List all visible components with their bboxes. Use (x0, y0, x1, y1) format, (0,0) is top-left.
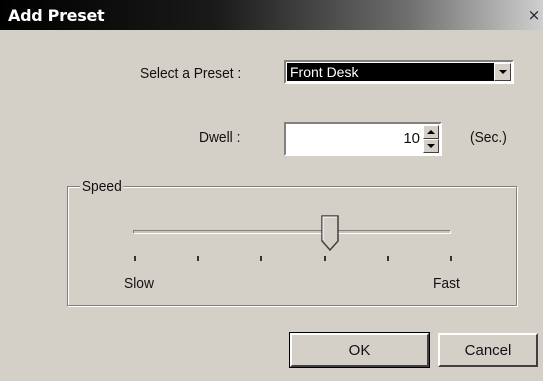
slider-tick (134, 256, 136, 261)
preset-label: Select a Preset : (140, 65, 242, 82)
ok-button[interactable]: OK (289, 332, 430, 368)
spin-up-button[interactable] (423, 125, 439, 139)
spin-down-button[interactable] (423, 139, 439, 153)
window-title: Add Preset (8, 6, 105, 25)
slider-tick (197, 256, 200, 261)
slider-tick (323, 256, 326, 261)
dwell-spinbox[interactable]: 10 (284, 122, 442, 156)
dwell-spin-buttons (423, 125, 439, 153)
slider-tick (386, 256, 389, 261)
chevron-down-icon (499, 70, 507, 74)
arrow-down-icon (427, 144, 435, 148)
preset-dropdown[interactable]: Front Desk (284, 60, 514, 84)
slider-tick (260, 256, 263, 261)
slider-track[interactable] (133, 230, 451, 234)
cancel-button[interactable]: Cancel (438, 333, 538, 367)
slider-tick (450, 256, 452, 261)
arrow-up-icon (427, 130, 435, 134)
fast-label: Fast (433, 275, 460, 292)
dropdown-arrow-button[interactable] (494, 63, 511, 81)
slow-label: Slow (124, 275, 154, 292)
preset-selected-value: Front Desk (287, 63, 495, 81)
slider-thumb[interactable] (321, 215, 339, 251)
dwell-value[interactable]: 10 (403, 130, 420, 147)
title-bar: Add Preset × (0, 0, 543, 30)
dwell-unit-label: (Sec.) (470, 129, 507, 146)
speed-group-title: Speed (80, 178, 124, 195)
dwell-label: Dwell : (199, 129, 241, 146)
close-button[interactable]: × (527, 6, 541, 24)
